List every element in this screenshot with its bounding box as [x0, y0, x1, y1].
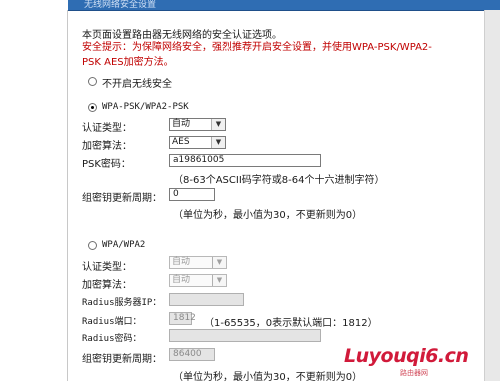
psk-auth-type-select[interactable]: 自动 ▼: [169, 118, 226, 131]
wpa-group-key-label: 组密钥更新周期：: [82, 354, 162, 365]
psk-encryption-value: AES: [172, 137, 190, 147]
security-tip: 安全提示：为保障网络安全，强烈推荐开启安全设置，并使用WPA-PSK/WPA2-…: [82, 42, 432, 68]
chevron-down-icon: ▼: [212, 257, 226, 268]
wpa-auth-type-value: 自动: [172, 257, 191, 267]
wpa-encryption-select[interactable]: 自动 ▼: [169, 274, 227, 287]
wpa-encryption-value: 自动: [172, 275, 191, 285]
psk-password-value: a19861005: [173, 155, 225, 165]
watermark-subtitle: 路由器网: [400, 369, 428, 377]
watermark-logo: Luyouqi6.cn: [344, 345, 469, 367]
radius-password-input[interactable]: [169, 329, 321, 342]
page-title: 无线网络安全设置: [84, 0, 157, 10]
chevron-down-icon: ▼: [211, 137, 225, 148]
psk-group-key-input[interactable]: 0: [169, 188, 215, 201]
wpa-enterprise-label: WPA/WPA2: [102, 240, 146, 250]
psk-password-hint: （8-63个ASCII码字符或8-64个十六进制字符）: [173, 175, 385, 186]
psk-encryption-label: 加密算法：: [82, 141, 132, 152]
wpa-encryption-label: 加密算法：: [82, 280, 132, 291]
radius-port-label: Radius端口：: [82, 317, 142, 327]
wpa-auth-type-label: 认证类型：: [82, 262, 132, 273]
radius-ip-input[interactable]: [169, 293, 244, 306]
chevron-down-icon: ▼: [212, 275, 226, 286]
radius-port-value: 1812: [173, 313, 196, 323]
radius-password-label: Radius密码：: [82, 334, 142, 344]
radio-wpa-enterprise[interactable]: [88, 241, 97, 250]
radius-ip-label: Radius服务器IP：: [82, 298, 162, 308]
psk-password-input[interactable]: a19861005: [169, 154, 321, 167]
radius-port-input[interactable]: 1812: [169, 312, 196, 325]
psk-password-label: PSK密码：: [82, 159, 131, 170]
chevron-down-icon: ▼: [211, 119, 225, 130]
radius-port-hint: （1-65535，0表示默认端口：1812）: [204, 318, 378, 329]
psk-auth-type-label: 认证类型：: [82, 123, 132, 134]
wpa-psk-label: WPA-PSK/WPA2-PSK: [102, 102, 189, 112]
psk-encryption-select[interactable]: AES ▼: [169, 136, 226, 149]
radio-no-security[interactable]: [88, 77, 97, 86]
header-bar: 无线网络安全设置: [68, 0, 500, 11]
wpa-auth-type-select[interactable]: 自动 ▼: [169, 256, 227, 269]
psk-group-key-label: 组密钥更新周期：: [82, 193, 162, 204]
wpa-group-key-value: 86400: [173, 349, 202, 359]
left-divider: [67, 10, 68, 381]
psk-auth-type-value: 自动: [172, 119, 191, 129]
wpa-group-key-input[interactable]: 86400: [169, 348, 215, 361]
psk-group-key-hint: （单位为秒，最小值为30，不更新则为0）: [173, 210, 363, 221]
no-security-label: 不开启无线安全: [102, 79, 172, 90]
scrollbar[interactable]: [484, 10, 500, 381]
psk-group-key-value: 0: [173, 189, 179, 199]
intro-text: 本页面设置路由器无线网络的安全认证选项。: [82, 30, 282, 41]
radio-wpa-psk[interactable]: [88, 103, 97, 112]
